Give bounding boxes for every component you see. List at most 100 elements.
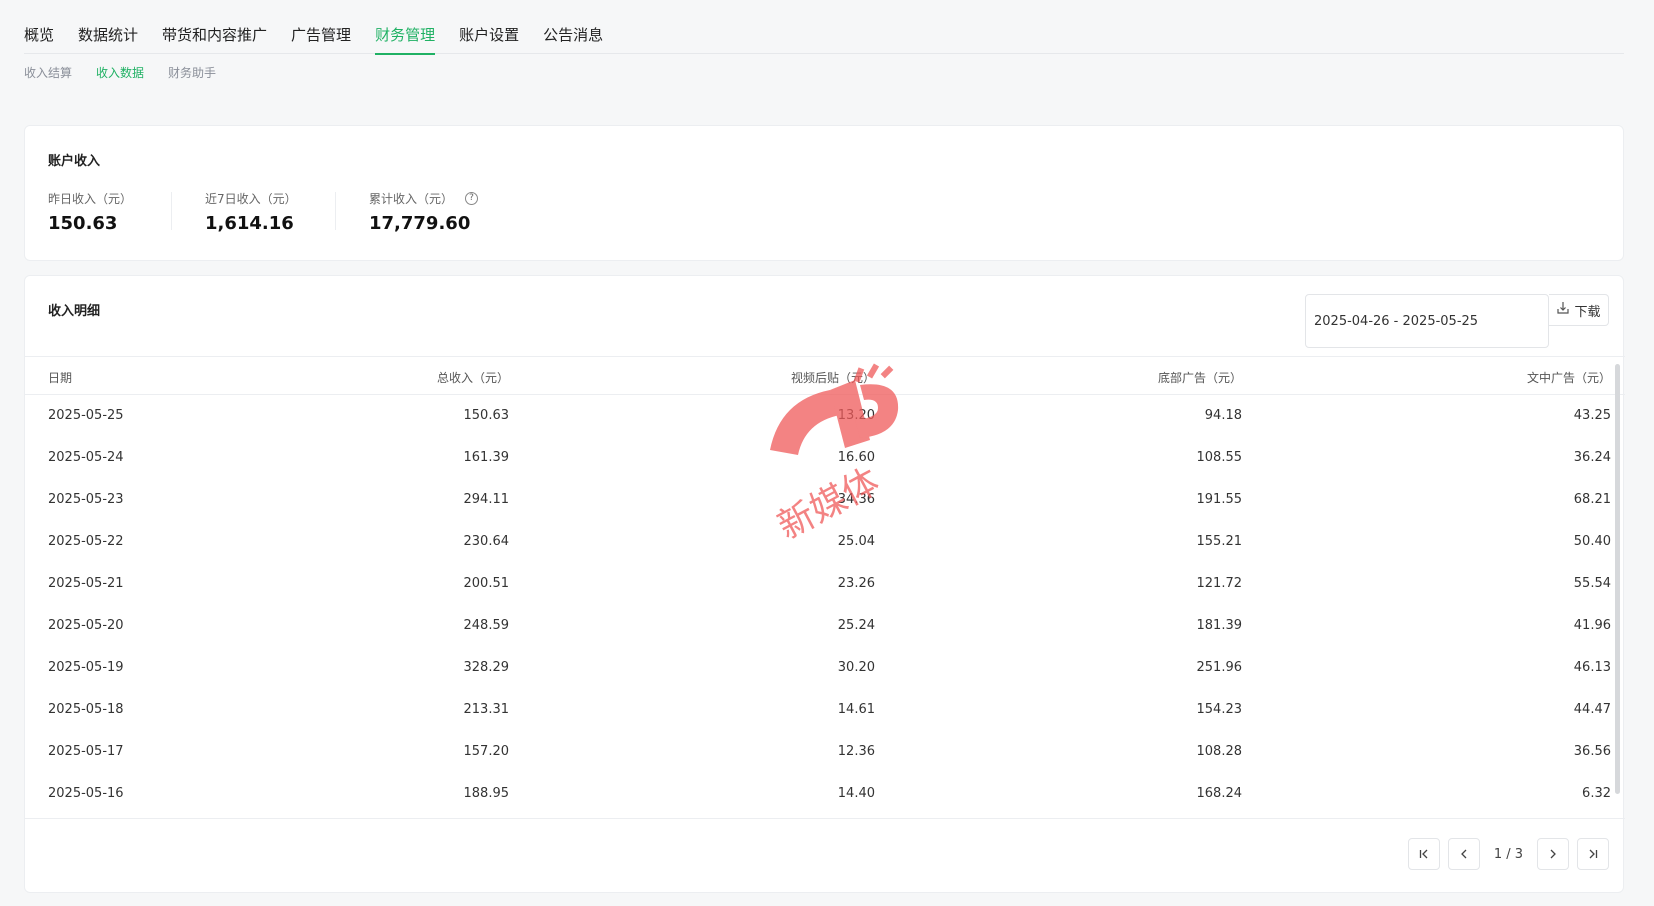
top-nav: 概览 数据统计 带货和内容推广 广告管理 财务管理 账户设置 公告消息 bbox=[24, 22, 1624, 55]
cell-bottom-ad: 154.23 bbox=[1196, 702, 1243, 717]
account-income-card: 账户收入 昨日收入（元） 150.63 近7日收入（元） 1,614.16 累计… bbox=[24, 125, 1624, 261]
date-range-value: 2025-04-26 - 2025-05-25 bbox=[1314, 313, 1479, 329]
tab-4[interactable]: 财务管理 bbox=[375, 22, 436, 55]
tab-1[interactable]: 数据统计 bbox=[78, 22, 138, 54]
sub-tab-2[interactable]: 财务助手 bbox=[168, 64, 216, 81]
table-scrollbar[interactable] bbox=[1615, 364, 1620, 794]
cell-video: 25.24 bbox=[837, 618, 875, 633]
cell-inline-ad: 36.56 bbox=[1573, 744, 1611, 759]
last-page-button[interactable] bbox=[1577, 838, 1609, 870]
stat-yesterday-label: 昨日收入（元） bbox=[48, 192, 133, 206]
tab-0[interactable]: 概览 bbox=[24, 22, 54, 54]
cell-video: 12.36 bbox=[837, 744, 875, 759]
cell-bottom-ad: 94.18 bbox=[1204, 408, 1242, 423]
tab-3[interactable]: 广告管理 bbox=[291, 22, 351, 54]
tab-2[interactable]: 带货和内容推广 bbox=[162, 22, 267, 54]
cell-inline-ad: 41.96 bbox=[1573, 618, 1611, 633]
cell-video: 14.61 bbox=[837, 702, 875, 717]
cell-inline-ad: 36.24 bbox=[1573, 450, 1611, 465]
table-row: 2025-05-25 150.63 13.20 94.18 43.25 bbox=[25, 396, 1625, 438]
stat-7day: 近7日收入（元） 1,614.16 bbox=[205, 190, 297, 234]
sub-nav: 收入结算 收入数据 财务助手 bbox=[24, 64, 240, 81]
col-date: 日期 bbox=[48, 371, 73, 385]
last-page-icon bbox=[1589, 849, 1598, 859]
cell-inline-ad: 6.32 bbox=[1582, 786, 1611, 801]
table-row: 2025-05-21 200.51 23.26 121.72 55.54 bbox=[25, 564, 1625, 606]
cell-date: 2025-05-16 bbox=[48, 786, 124, 801]
cell-date: 2025-05-20 bbox=[48, 618, 124, 633]
cell-total: 230.64 bbox=[463, 534, 510, 549]
cell-date: 2025-05-17 bbox=[48, 744, 124, 759]
table-row: 2025-05-19 328.29 30.20 251.96 46.13 bbox=[25, 648, 1625, 690]
next-page-button[interactable] bbox=[1537, 838, 1569, 870]
cell-bottom-ad: 121.72 bbox=[1196, 576, 1243, 591]
table-row: 2025-05-20 248.59 25.24 181.39 41.96 bbox=[25, 606, 1625, 648]
cell-video: 16.60 bbox=[837, 450, 875, 465]
stat-total-value: 17,779.60 bbox=[369, 213, 471, 234]
cell-bottom-ad: 155.21 bbox=[1196, 534, 1243, 549]
cell-video: 13.20 bbox=[837, 408, 875, 423]
col-bottom-ad: 底部广告（元） bbox=[1157, 371, 1242, 385]
cell-total: 328.29 bbox=[463, 660, 510, 675]
cell-inline-ad: 50.40 bbox=[1573, 534, 1611, 549]
cell-video: 25.04 bbox=[837, 534, 875, 549]
tab-6[interactable]: 公告消息 bbox=[543, 22, 603, 54]
cell-date: 2025-05-18 bbox=[48, 702, 124, 717]
cell-inline-ad: 46.13 bbox=[1573, 660, 1611, 675]
tab-5[interactable]: 账户设置 bbox=[459, 22, 519, 54]
cell-date: 2025-05-22 bbox=[48, 534, 124, 549]
income-detail-title: 收入明细 bbox=[48, 304, 101, 319]
table-footer-divider bbox=[25, 818, 1625, 819]
download-icon bbox=[1556, 301, 1570, 319]
stat-total-label-row: 累计收入（元） ? bbox=[369, 190, 479, 207]
table-row: 2025-05-17 157.20 12.36 108.28 36.56 bbox=[25, 732, 1625, 774]
prev-page-button[interactable] bbox=[1447, 838, 1480, 870]
cell-date: 2025-05-23 bbox=[48, 492, 124, 507]
cell-inline-ad: 43.25 bbox=[1573, 408, 1611, 423]
cell-bottom-ad: 181.39 bbox=[1196, 618, 1243, 633]
cell-total: 213.31 bbox=[463, 702, 510, 717]
cell-video: 30.20 bbox=[837, 660, 875, 675]
cell-bottom-ad: 108.55 bbox=[1196, 450, 1243, 465]
stat-total-label: 累计收入（元） bbox=[369, 192, 454, 206]
table-row: 2025-05-22 230.64 25.04 155.21 50.40 bbox=[25, 522, 1625, 564]
page-info: 1 / 3 bbox=[1493, 846, 1523, 862]
stat-divider bbox=[335, 192, 336, 230]
cell-total: 294.11 bbox=[463, 492, 510, 507]
table-row: 2025-05-18 213.31 14.61 154.23 44.47 bbox=[25, 690, 1625, 732]
stat-yesterday-value: 150.63 bbox=[48, 213, 118, 234]
first-page-button[interactable] bbox=[1407, 838, 1440, 870]
download-label: 下载 bbox=[1574, 304, 1601, 320]
stat-yesterday: 昨日收入（元） 150.63 bbox=[48, 190, 132, 234]
cell-date: 2025-05-24 bbox=[48, 450, 124, 465]
sub-tab-0[interactable]: 收入结算 bbox=[24, 64, 72, 81]
date-range-picker[interactable]: 2025-04-26 - 2025-05-25 bbox=[1305, 294, 1549, 348]
cell-date: 2025-05-19 bbox=[48, 660, 124, 675]
stat-total: 累计收入（元） ? 17,779.60 bbox=[369, 190, 479, 234]
first-page-icon bbox=[1419, 849, 1428, 859]
cell-date: 2025-05-21 bbox=[48, 576, 124, 591]
stat-7day-label: 近7日收入（元） bbox=[205, 192, 297, 206]
cell-inline-ad: 55.54 bbox=[1573, 576, 1611, 591]
cell-inline-ad: 44.47 bbox=[1573, 702, 1611, 717]
table-header: 日期 总收入（元） 视频后贴（元） 底部广告（元） 文中广告（元） bbox=[25, 356, 1625, 395]
chevron-right-icon bbox=[1550, 849, 1556, 859]
account-income-title: 账户收入 bbox=[48, 154, 101, 169]
cell-bottom-ad: 251.96 bbox=[1196, 660, 1243, 675]
pagination: 1 / 3 bbox=[1407, 838, 1609, 870]
cell-video: 14.40 bbox=[837, 786, 875, 801]
table-row: 2025-05-24 161.39 16.60 108.55 36.24 bbox=[25, 438, 1625, 480]
cell-total: 157.20 bbox=[463, 744, 510, 759]
income-detail-card: 收入明细 2025-04-26 - 2025-05-25 下载 日期 总收入（元… bbox=[24, 275, 1625, 893]
col-total: 总收入（元） bbox=[436, 371, 509, 385]
col-inline-ad: 文中广告（元） bbox=[1526, 371, 1611, 385]
sub-tab-1[interactable]: 收入数据 bbox=[96, 64, 144, 81]
col-video: 视频后贴（元） bbox=[790, 371, 875, 385]
download-button[interactable]: 下载 bbox=[1549, 294, 1609, 326]
table-row: 2025-05-16 188.95 14.40 168.24 6.32 bbox=[25, 774, 1625, 816]
cell-video: 23.26 bbox=[837, 576, 875, 591]
cell-total: 188.95 bbox=[463, 786, 510, 801]
cell-total: 248.59 bbox=[463, 618, 510, 633]
question-circle-icon[interactable]: ? bbox=[465, 192, 479, 205]
chevron-left-icon bbox=[1460, 849, 1467, 859]
